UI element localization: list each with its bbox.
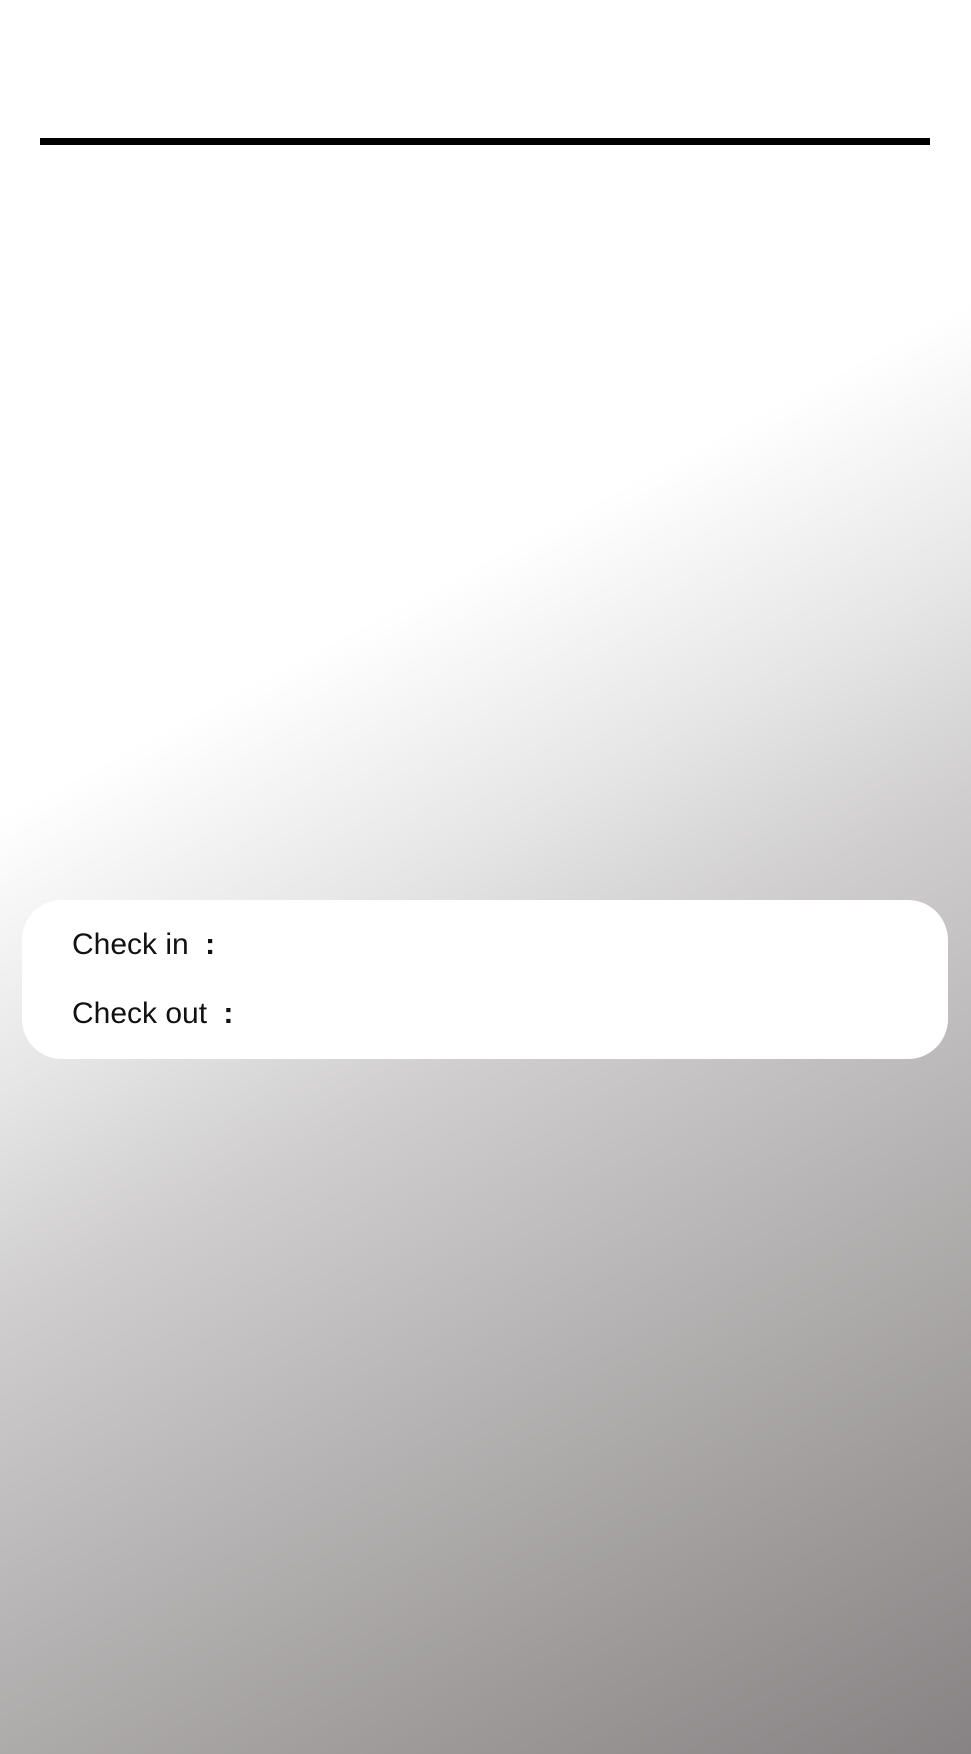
header-divider [40, 138, 930, 145]
check-out-row: Check out : [72, 996, 233, 1032]
check-out-separator: : [223, 997, 234, 1030]
check-out-label: Check out [72, 997, 208, 1030]
booking-info-card: Check in : Check out : [22, 900, 948, 1059]
check-in-row: Check in : [72, 927, 215, 963]
check-in-separator: : [205, 928, 216, 961]
check-in-label: Check in [72, 928, 189, 961]
